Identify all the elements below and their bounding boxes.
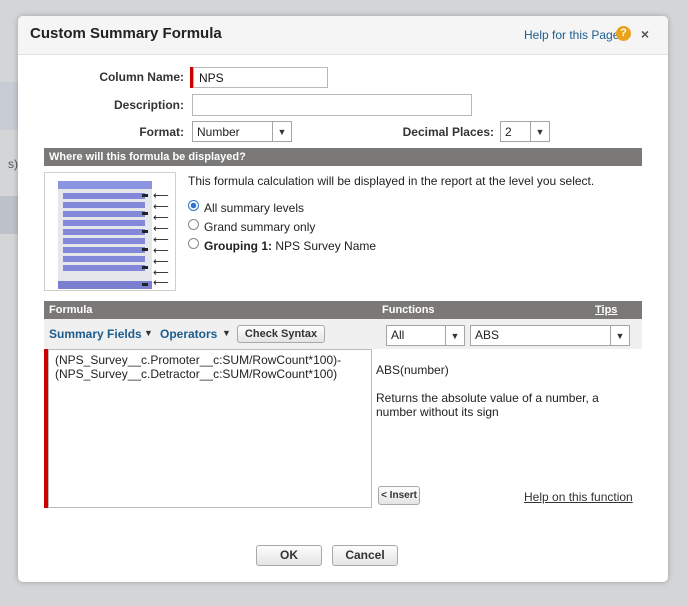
check-syntax-button[interactable]: Check Syntax bbox=[237, 325, 325, 343]
function-description: Returns the absolute value of a number, … bbox=[376, 391, 599, 419]
report-preview-table bbox=[58, 181, 152, 289]
preview-marker bbox=[142, 230, 148, 233]
operators-menu[interactable]: Operators bbox=[160, 327, 217, 341]
all-summary-levels-label[interactable]: All summary levels bbox=[204, 201, 304, 215]
preview-header bbox=[58, 181, 152, 189]
preview-marker bbox=[142, 212, 148, 215]
formula-editor[interactable]: (NPS_Survey__c.Promoter__c:SUM/RowCount*… bbox=[48, 349, 372, 508]
background-band bbox=[0, 196, 18, 234]
preview-footer bbox=[58, 281, 152, 289]
insert-button[interactable]: < Insert bbox=[378, 486, 420, 505]
help-on-function-link[interactable]: Help on this function bbox=[524, 490, 633, 504]
chevron-down-icon: ▼ bbox=[445, 326, 464, 345]
arrow-left-icon: ⟵ bbox=[153, 277, 169, 289]
grouping-1-prefix: Grouping 1: bbox=[204, 239, 272, 253]
display-section-header: Where will this formula be displayed? bbox=[44, 148, 642, 166]
chevron-down-icon: ▼ bbox=[610, 326, 629, 345]
arrow-left-icon: ⟵ bbox=[153, 223, 169, 235]
arrow-left-icon: ⟵ bbox=[153, 234, 169, 246]
grand-summary-only-radio[interactable] bbox=[188, 219, 199, 230]
help-icon[interactable]: ? bbox=[616, 26, 631, 41]
preview-row bbox=[63, 220, 145, 226]
format-select-value: Number bbox=[197, 125, 240, 139]
function-category-value: All bbox=[391, 328, 405, 342]
function-select[interactable]: ABS ▼ bbox=[470, 325, 630, 346]
formula-header-label: Formula bbox=[49, 304, 93, 316]
preview-marker bbox=[142, 248, 148, 251]
preview-row bbox=[63, 247, 145, 253]
function-category-select[interactable]: All ▼ bbox=[386, 325, 465, 346]
preview-row bbox=[63, 202, 145, 208]
ok-button[interactable]: OK bbox=[256, 545, 322, 566]
functions-header-label: Functions bbox=[382, 304, 435, 316]
tips-link[interactable]: Tips bbox=[595, 304, 617, 316]
display-description: This formula calculation will be display… bbox=[188, 174, 595, 188]
decimal-places-value: 2 bbox=[505, 125, 512, 139]
decimal-places-label: Decimal Places: bbox=[402, 125, 494, 139]
preview-row bbox=[63, 229, 145, 235]
background-text: s) bbox=[8, 157, 18, 171]
format-label: Format: bbox=[139, 125, 184, 139]
preview-marker bbox=[142, 194, 148, 197]
grand-summary-only-label[interactable]: Grand summary only bbox=[204, 220, 315, 234]
description-input[interactable] bbox=[192, 94, 472, 116]
summary-fields-menu[interactable]: Summary Fields bbox=[49, 327, 142, 341]
preview-marker bbox=[142, 266, 148, 269]
column-name-label: Column Name: bbox=[99, 70, 184, 84]
help-for-page-link[interactable]: Help for this Page bbox=[524, 28, 619, 42]
chevron-down-icon[interactable]: ▼ bbox=[144, 328, 153, 338]
background-band bbox=[0, 82, 18, 130]
cancel-button[interactable]: Cancel bbox=[332, 545, 398, 566]
dialog-title: Custom Summary Formula bbox=[30, 25, 222, 42]
function-select-value: ABS bbox=[475, 328, 500, 342]
dialog-titlebar: Custom Summary Formula Help for this Pag… bbox=[18, 16, 668, 55]
arrow-left-icon: ⟵ bbox=[153, 212, 169, 224]
preview-marker bbox=[142, 283, 148, 286]
summary-levels-preview-image: ⟵ ⟵ ⟵ ⟵ ⟵ ⟵ ⟵ ⟵ ⟵ bbox=[44, 172, 176, 291]
grouping-1-radio[interactable] bbox=[188, 238, 199, 249]
arrow-left-icon: ⟵ bbox=[153, 190, 169, 202]
formula-toolbar: Summary Fields ▼ Operators ▼ Check Synta… bbox=[44, 319, 642, 349]
function-signature: ABS(number) bbox=[376, 363, 449, 377]
custom-summary-formula-dialog: Custom Summary Formula Help for this Pag… bbox=[18, 16, 668, 582]
format-select[interactable]: Number ▼ bbox=[192, 121, 292, 142]
grouping-1-label[interactable]: Grouping 1: NPS Survey Name bbox=[204, 239, 376, 253]
close-icon[interactable]: × bbox=[636, 25, 654, 43]
chevron-down-icon: ▼ bbox=[530, 122, 549, 141]
arrow-left-icon: ⟵ bbox=[153, 267, 169, 279]
description-label: Description: bbox=[113, 98, 184, 112]
chevron-down-icon: ▼ bbox=[272, 122, 291, 141]
chevron-down-icon[interactable]: ▼ bbox=[222, 328, 231, 338]
arrow-left-icon: ⟵ bbox=[153, 256, 169, 268]
formula-section-header: Formula Functions Tips bbox=[44, 301, 642, 319]
preview-row bbox=[63, 256, 145, 262]
preview-row bbox=[63, 265, 145, 271]
arrow-left-icon: ⟵ bbox=[153, 245, 169, 257]
preview-row bbox=[63, 238, 145, 244]
arrow-left-icon: ⟵ bbox=[153, 201, 169, 213]
preview-row bbox=[63, 211, 145, 217]
column-name-input[interactable] bbox=[193, 67, 328, 88]
all-summary-levels-radio[interactable] bbox=[188, 200, 199, 211]
decimal-places-select[interactable]: 2 ▼ bbox=[500, 121, 550, 142]
preview-row bbox=[63, 193, 145, 199]
grouping-1-value: NPS Survey Name bbox=[275, 239, 377, 253]
